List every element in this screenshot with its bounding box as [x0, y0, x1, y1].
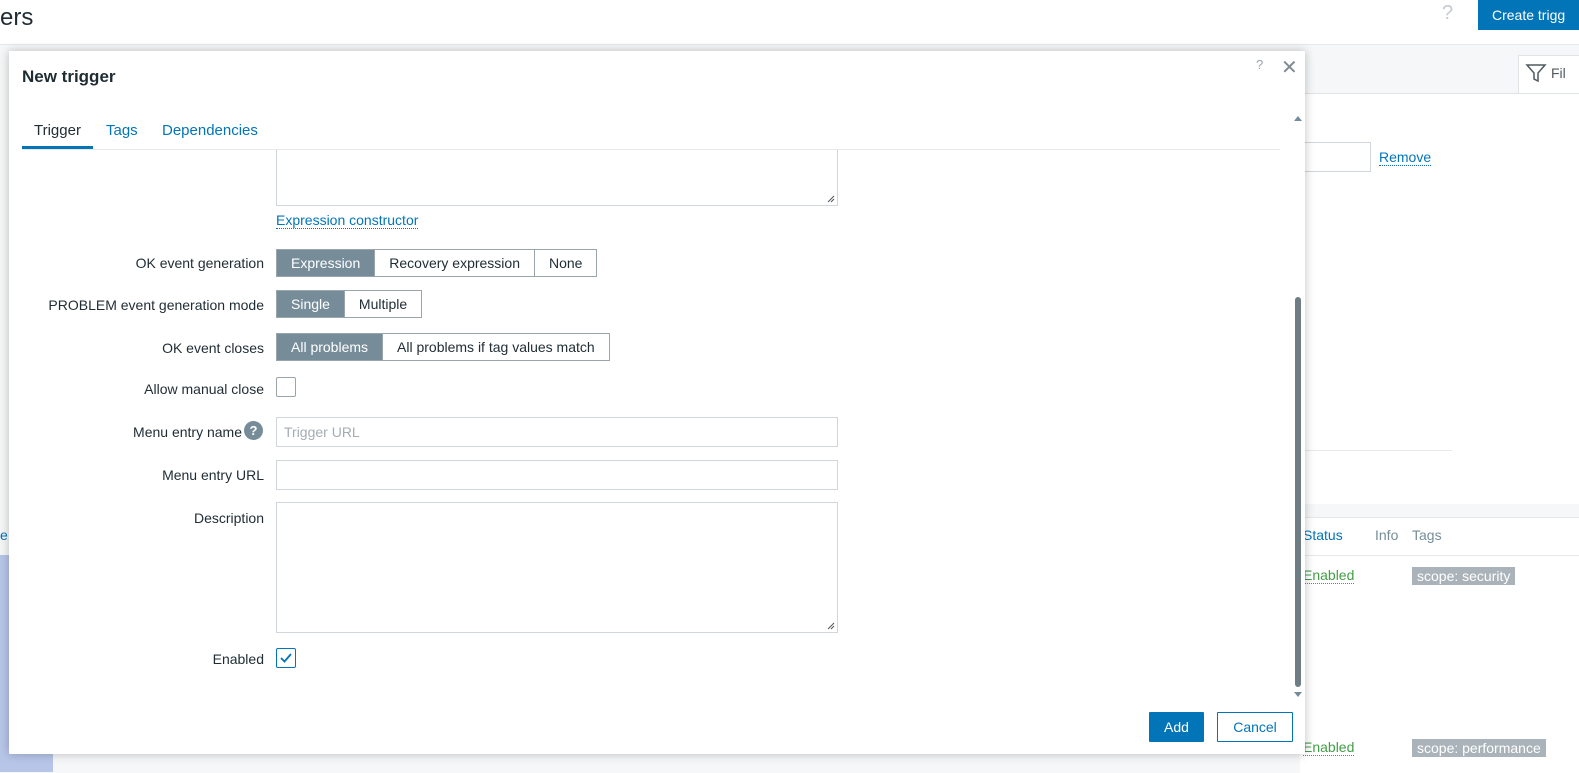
dialog-help-icon[interactable]: ? [1256, 57, 1263, 72]
filter-tab[interactable]: Fil [1518, 55, 1579, 93]
filter-remove-link[interactable]: Remove [1379, 149, 1432, 166]
problem-mode-selector: Single Multiple [276, 290, 423, 318]
allow-manual-close-label: Allow manual close [144, 381, 264, 397]
table-divider [1300, 555, 1579, 556]
menu-entry-name-input[interactable] [276, 417, 838, 447]
scrollbar-thumb[interactable] [1295, 297, 1301, 687]
column-header-info: Info [1375, 527, 1399, 543]
description-label: Description [193, 510, 264, 526]
ok-event-generation-none[interactable]: None [534, 250, 597, 276]
problem-mode-multiple[interactable]: Multiple [343, 291, 422, 317]
ok-event-closes-label: OK event closes [162, 340, 264, 356]
dialog-tabs: Trigger Tags Dependencies [22, 109, 1280, 150]
checkmark-icon [280, 653, 292, 663]
row-status-link[interactable]: Enabled [1303, 739, 1355, 756]
row-tag[interactable]: scope: performance [1412, 739, 1546, 757]
dialog-title: New trigger [22, 67, 116, 86]
menu-entry-name-label: Menu entry name [133, 424, 242, 440]
create-trigger-button[interactable]: Create trigg [1478, 0, 1579, 30]
resize-grip-icon[interactable] [827, 622, 835, 630]
tab-trigger[interactable]: Trigger [34, 122, 81, 139]
new-trigger-dialog: New trigger ? ✕ Trigger Tags Dependencie… [9, 51, 1305, 754]
description-textarea[interactable] [276, 502, 838, 633]
filter-field[interactable] [1300, 142, 1371, 172]
ok-event-generation-selector: Expression Recovery expression None [276, 249, 598, 277]
menu-entry-url-label: Menu entry URL [162, 467, 264, 483]
filter-divider [1300, 450, 1452, 451]
column-header-status[interactable]: Status [1303, 527, 1343, 543]
expression-constructor-link[interactable]: Expression constructor [276, 212, 419, 229]
menu-entry-url-input[interactable] [276, 460, 838, 490]
enabled-checkbox[interactable] [276, 648, 296, 668]
expression-textarea[interactable] [276, 150, 838, 206]
problem-mode-label: PROBLEM event generation mode [48, 297, 264, 313]
column-header-tags: Tags [1412, 527, 1442, 543]
column-header-fragment: e [0, 527, 8, 543]
filter-icon [1525, 62, 1547, 87]
ok-event-generation-expression[interactable]: Expression [277, 250, 375, 276]
add-button[interactable]: Add [1149, 712, 1204, 742]
filter-tab-label: Fil [1551, 65, 1566, 81]
scroll-down-icon[interactable] [1293, 691, 1303, 699]
allow-manual-close-checkbox[interactable] [276, 377, 296, 397]
active-tab-indicator [22, 146, 93, 149]
close-icon[interactable]: ✕ [1281, 55, 1298, 80]
row-tag[interactable]: scope: security [1412, 567, 1516, 585]
ok-event-closes-selector: All problems All problems if tag values … [276, 333, 610, 361]
ok-event-generation-label: OK event generation [135, 255, 264, 271]
help-icon[interactable]: ? [244, 421, 263, 440]
tab-dependencies[interactable]: Dependencies [162, 122, 258, 139]
scroll-up-icon[interactable] [1293, 114, 1303, 122]
ok-event-generation-recovery[interactable]: Recovery expression [374, 250, 534, 276]
row-status-link[interactable]: Enabled [1303, 567, 1355, 584]
tab-tags[interactable]: Tags [106, 122, 138, 139]
ok-event-closes-tag-match[interactable]: All problems if tag values match [382, 334, 609, 360]
cancel-button[interactable]: Cancel [1217, 712, 1293, 742]
page-help-icon[interactable]: ? [1442, 2, 1453, 25]
page-header: ers ? Create trigg [0, 0, 1579, 45]
resize-grip-icon[interactable] [827, 195, 835, 203]
ok-event-closes-all[interactable]: All problems [277, 334, 383, 360]
problem-mode-single[interactable]: Single [277, 291, 344, 317]
enabled-label: Enabled [212, 651, 264, 667]
page-title: ers [0, 4, 34, 31]
